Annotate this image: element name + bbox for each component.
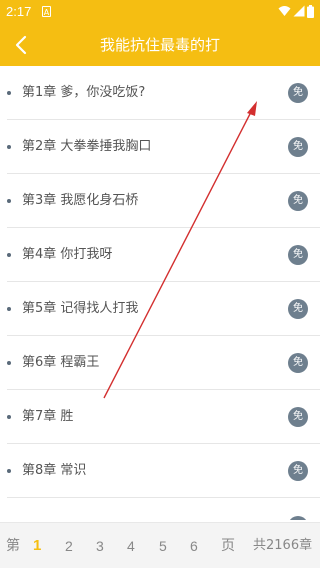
bullet-dot <box>7 307 11 311</box>
chapter-row[interactable]: 第1章 爹，你没吃饭? 免 <box>0 66 320 120</box>
sim-alert-icon: A <box>42 6 51 17</box>
chapter-row[interactable]: 第2章 大拳拳捶我胸口 免 <box>0 120 320 174</box>
free-badge <box>288 516 308 520</box>
free-badge: 免 <box>288 353 308 373</box>
bullet-dot <box>7 253 11 257</box>
free-badge: 免 <box>288 83 308 103</box>
battery-icon <box>307 5 314 18</box>
page-title: 我能抗住最毒的打 <box>99 36 220 54</box>
page-button-2[interactable]: 2 <box>65 523 73 568</box>
chapter-title: 第5章 记得找人打我 <box>22 301 139 316</box>
bullet-dot <box>7 361 11 365</box>
chapter-title: 第2章 大拳拳捶我胸口 <box>22 139 152 154</box>
chapter-row[interactable]: 第5章 记得找人打我 免 <box>0 282 320 336</box>
chapter-title: 第1章 爹，你没吃饭? <box>22 85 146 100</box>
free-badge: 免 <box>288 191 308 211</box>
status-bar: 2:17 A <box>0 0 320 24</box>
free-badge: 免 <box>288 299 308 319</box>
chapter-title: 第7章 胜 <box>22 409 74 424</box>
title-bar: 我能抗住最毒的打 <box>0 24 320 66</box>
chapter-row[interactable]: 第6章 程霸王 免 <box>0 336 320 390</box>
page-button-5[interactable]: 5 <box>159 523 167 568</box>
page-button-3[interactable]: 3 <box>96 523 104 568</box>
bullet-dot <box>7 91 11 95</box>
pagination-prefix: 第 <box>6 538 20 554</box>
chapter-title: 第4章 你打我呀 <box>22 247 113 262</box>
pagination-bar: 第 1 2 3 4 5 6 页 共2166章 <box>0 522 320 568</box>
page-button-6[interactable]: 6 <box>190 523 198 568</box>
free-badge: 免 <box>288 245 308 265</box>
chapter-title: 第6章 程霸王 <box>22 355 100 370</box>
chapter-total: 共2166章 <box>253 538 313 553</box>
pagination-suffix: 页 <box>221 538 235 554</box>
chapter-list: 第1章 爹，你没吃饭? 免 第2章 大拳拳捶我胸口 免 第3章 我愿化身石桥 免… <box>0 66 320 520</box>
chapter-row-partial[interactable] <box>0 498 320 520</box>
screen: 2:17 A 我能抗住最毒的打 第1章 爹，你没吃饭? 免 第2章 大拳拳捶我胸… <box>0 0 320 568</box>
page-button-4[interactable]: 4 <box>127 523 135 568</box>
chapter-row[interactable]: 第3章 我愿化身石桥 免 <box>0 174 320 228</box>
free-badge: 免 <box>288 137 308 157</box>
bullet-dot <box>7 415 11 419</box>
wifi-icon <box>278 6 291 16</box>
free-badge: 免 <box>288 407 308 427</box>
chapter-row[interactable]: 第8章 常识 免 <box>0 444 320 498</box>
status-time: 2:17 <box>6 4 32 19</box>
chapter-title: 第3章 我愿化身石桥 <box>22 193 139 208</box>
page-button-1[interactable]: 1 <box>33 523 41 568</box>
chapter-row[interactable]: 第7章 胜 免 <box>0 390 320 444</box>
bullet-dot <box>7 469 11 473</box>
free-badge: 免 <box>288 461 308 481</box>
chevron-left-icon[interactable] <box>10 33 34 57</box>
chapter-row[interactable]: 第4章 你打我呀 免 <box>0 228 320 282</box>
chapter-title: 第8章 常识 <box>22 463 87 478</box>
bullet-dot <box>7 199 11 203</box>
cell-signal-icon <box>293 5 305 17</box>
bullet-dot <box>7 145 11 149</box>
